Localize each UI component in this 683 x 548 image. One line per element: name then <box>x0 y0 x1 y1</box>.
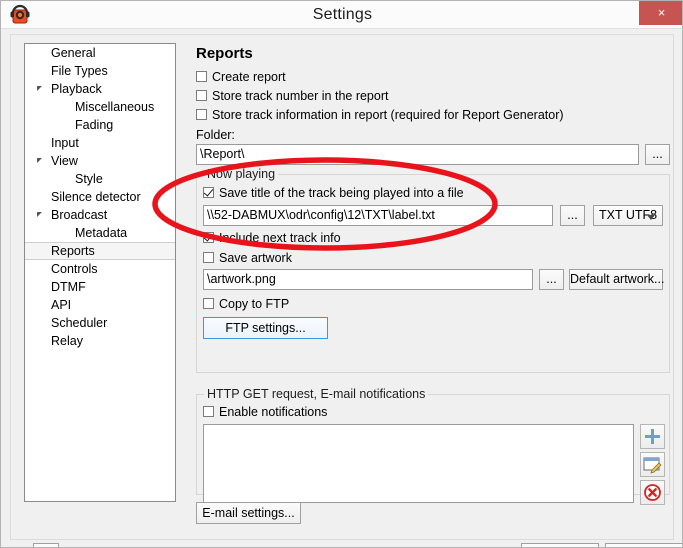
sidebar-item-label: General <box>51 46 96 60</box>
save-title-label: Save title of the track being played int… <box>219 186 464 200</box>
copy-to-ftp-label: Copy to FTP <box>219 297 290 311</box>
store-track-number-checkbox[interactable] <box>196 90 207 101</box>
sidebar-item-controls[interactable]: Controls <box>25 260 175 278</box>
sidebar-item-label: Playback <box>51 82 102 96</box>
sidebar-item-file-types[interactable]: File Types <box>25 62 175 80</box>
sidebar-item-label: DTMF <box>51 280 86 294</box>
sidebar-item-metadata[interactable]: Metadata <box>25 224 175 242</box>
cancel-button[interactable]: Cancel <box>605 543 682 547</box>
settings-window: Settings × General File Types Playback Misc… <box>0 0 683 548</box>
sidebar-item-silence-detector[interactable]: Silence detector <box>25 188 175 206</box>
sidebar-item-label: View <box>51 154 78 168</box>
save-title-checkbox-row[interactable]: Save title of the track being played int… <box>203 186 464 200</box>
sidebar-item-label: Silence detector <box>51 190 141 204</box>
folder-label: Folder: <box>196 128 235 142</box>
ftp-settings-button[interactable]: FTP settings... <box>203 317 328 339</box>
sidebar-item-label: Relay <box>51 334 83 348</box>
save-title-checkbox[interactable] <box>203 187 214 198</box>
sidebar-item-fading[interactable]: Fading <box>25 116 175 134</box>
help-button[interactable]: ? <box>33 543 59 547</box>
include-next-checkbox-row[interactable]: Include next track info <box>203 231 341 245</box>
settings-category-tree[interactable]: General File Types Playback Miscellaneous Fa… <box>24 43 176 502</box>
window-title: Settings <box>312 6 373 23</box>
now-playing-group-title: Now playing <box>204 167 279 181</box>
sidebar-item-label: File Types <box>51 64 108 78</box>
edit-icon <box>643 457 662 474</box>
folder-browse-button[interactable]: ... <box>645 144 670 165</box>
dialog-client-area: General File Types Playback Miscellaneous Fa… <box>10 34 682 547</box>
store-track-info-checkbox-row[interactable]: Store track information in report (requi… <box>196 108 564 122</box>
sidebar-item-scheduler[interactable]: Scheduler <box>25 314 175 332</box>
sidebar-item-label: Broadcast <box>51 208 108 222</box>
sidebar-item-miscellaneous[interactable]: Miscellaneous <box>25 98 175 116</box>
create-report-checkbox[interactable] <box>196 71 207 82</box>
expander-triangle-icon[interactable] <box>37 212 42 217</box>
store-track-number-label: Store track number in the report <box>212 89 389 103</box>
expander-triangle-icon[interactable] <box>37 158 42 163</box>
sidebar-item-api[interactable]: API <box>25 296 175 314</box>
sidebar-item-label: Fading <box>75 118 114 132</box>
title-bar: Settings × <box>1 1 682 29</box>
title-file-input[interactable]: \\52-DABMUX\odr\config\12\TXT\label.txt <box>203 205 553 226</box>
enable-notifications-checkbox[interactable] <box>203 406 214 417</box>
default-artwork-button[interactable]: Default artwork... <box>569 269 664 290</box>
ok-button[interactable]: OK <box>521 543 599 547</box>
store-track-number-checkbox-row[interactable]: Store track number in the report <box>196 89 388 103</box>
include-next-checkbox[interactable] <box>203 232 214 243</box>
sidebar-item-label: Input <box>51 136 79 150</box>
notifications-group-title: HTTP GET request, E-mail notifications <box>204 387 429 401</box>
folder-input[interactable]: \Report\ <box>196 144 639 165</box>
copy-to-ftp-checkbox-row[interactable]: Copy to FTP <box>203 297 289 311</box>
delete-notification-button[interactable] <box>640 480 665 505</box>
enable-notifications-label: Enable notifications <box>219 405 328 419</box>
sidebar-item-label: Metadata <box>75 226 128 240</box>
edit-notification-button[interactable] <box>640 452 665 477</box>
encoding-select[interactable]: TXT UTF8 <box>593 205 663 226</box>
save-artwork-checkbox-row[interactable]: Save artwork <box>203 251 292 265</box>
save-artwork-checkbox[interactable] <box>203 252 214 263</box>
page-title: Reports <box>196 45 253 62</box>
store-track-info-label: Store track information in report (requi… <box>212 108 564 122</box>
notifications-list[interactable] <box>203 424 634 503</box>
sidebar-item-relay[interactable]: Relay <box>25 332 175 350</box>
create-report-checkbox-row[interactable]: Create report <box>196 70 286 84</box>
create-report-label: Create report <box>212 70 286 84</box>
sidebar-item-label: Controls <box>51 262 98 276</box>
artwork-browse-button[interactable]: ... <box>539 269 564 290</box>
email-settings-button[interactable]: E-mail settings... <box>196 502 301 524</box>
sidebar-item-view[interactable]: View <box>25 152 175 170</box>
expander-triangle-icon[interactable] <box>37 86 42 91</box>
plus-icon <box>645 429 660 444</box>
sidebar-item-reports[interactable]: Reports <box>25 242 175 260</box>
sidebar-item-label: Scheduler <box>51 316 108 330</box>
now-playing-group: Now playing Save title of the track bein… <box>196 167 670 373</box>
sidebar-item-broadcast[interactable]: Broadcast <box>25 206 175 224</box>
enable-notifications-checkbox-row[interactable]: Enable notifications <box>203 405 327 419</box>
notifications-group: HTTP GET request, E-mail notifications E… <box>196 387 670 505</box>
sidebar-item-label: Reports <box>51 244 95 258</box>
reports-settings-panel: Reports Create report Store track number… <box>187 43 670 524</box>
sidebar-item-input[interactable]: Input <box>25 134 175 152</box>
include-next-label: Include next track info <box>219 231 341 245</box>
sidebar-item-general[interactable]: General <box>25 44 175 62</box>
sidebar-item-label: API <box>51 298 72 312</box>
copy-to-ftp-checkbox[interactable] <box>203 298 214 309</box>
add-notification-button[interactable] <box>640 424 665 449</box>
chevron-down-icon <box>647 215 655 220</box>
sidebar-item-label: Miscellaneous <box>75 100 155 114</box>
sidebar-item-playback[interactable]: Playback <box>25 80 175 98</box>
sidebar-item-dtmf[interactable]: DTMF <box>25 278 175 296</box>
delete-icon <box>644 484 661 501</box>
sidebar-item-label: Style <box>75 172 103 186</box>
store-track-info-checkbox[interactable] <box>196 109 207 120</box>
close-button[interactable]: × <box>639 1 682 25</box>
artwork-path-input[interactable]: \artwork.png <box>203 269 533 290</box>
save-artwork-label: Save artwork <box>219 251 292 265</box>
sidebar-item-style[interactable]: Style <box>25 170 175 188</box>
title-file-browse-button[interactable]: ... <box>560 205 585 226</box>
